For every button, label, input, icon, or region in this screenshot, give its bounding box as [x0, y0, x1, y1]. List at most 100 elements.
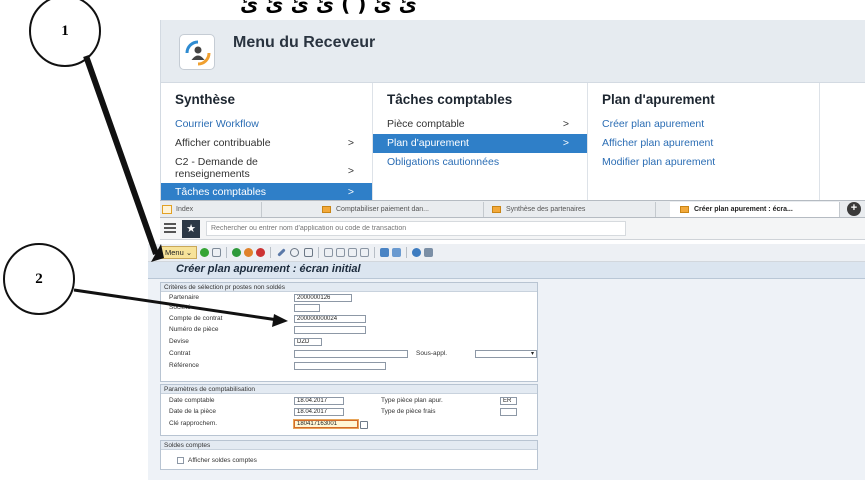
tab-synthese-partenaires[interactable]: Synthèse des partenaires — [484, 202, 656, 217]
menu-item-obligations-cautionnees[interactable]: Obligations cautionnées — [373, 153, 587, 172]
last-page-icon[interactable] — [360, 248, 369, 257]
launchpad-title: Menu du Receveur — [233, 34, 376, 51]
selection-criteria-group: Critères de sélection pr postes non sold… — [160, 282, 538, 382]
field-label: Contrat — [169, 350, 191, 357]
contrat-input[interactable] — [294, 350, 408, 358]
chevron-right-icon: > — [562, 137, 569, 149]
screen-title: Créer plan apurement : écran initial — [176, 263, 361, 275]
type-piece-input[interactable]: ER — [500, 397, 517, 405]
menu-item-modifier-plan[interactable]: Modifier plan apurement — [588, 153, 819, 172]
tab-index[interactable]: Index — [162, 202, 262, 217]
exit-icon[interactable] — [244, 248, 253, 257]
edit-icon[interactable] — [277, 248, 286, 257]
cle-rapprochement-input[interactable]: 180417163001 — [294, 420, 358, 428]
check-icon[interactable] — [200, 248, 209, 257]
search-input[interactable] — [206, 221, 626, 236]
chevron-right-icon: > — [347, 165, 354, 177]
account-balances-group: Soldes comptes Afficher soldes comptes — [160, 440, 538, 470]
find-icon[interactable] — [290, 248, 299, 257]
menu-item-afficher-contribuable[interactable]: Afficher contribuable > — [161, 134, 372, 153]
column-heading: Synthèse — [175, 92, 236, 107]
column-synthese: Synthèse Courrier Workflow Afficher cont… — [161, 83, 373, 202]
save-icon[interactable] — [212, 248, 221, 257]
cancel-icon[interactable] — [256, 248, 265, 257]
tab-comptabiliser[interactable]: Comptabiliser paiement dan... — [314, 202, 484, 217]
back-icon[interactable] — [232, 248, 241, 257]
chevron-right-icon: > — [562, 118, 569, 130]
field-label: Type pièce plan apur. — [381, 397, 443, 404]
print-icon[interactable] — [304, 248, 313, 257]
devise-input[interactable]: DZD — [294, 338, 322, 346]
layout-icon[interactable] — [380, 248, 389, 257]
menu-item-courrier-workflow[interactable]: Courrier Workflow — [161, 115, 372, 134]
column-heading: Tâches comptables — [387, 92, 513, 107]
column-plan-apurement: Plan d'apurement Créer plan apurement Af… — [588, 83, 820, 201]
afficher-soldes-checkbox[interactable] — [177, 457, 184, 464]
menu-button[interactable]: Menu ⌄ — [160, 246, 198, 259]
compte-contrat-input[interactable]: 200000000024 — [294, 315, 366, 323]
callout-2: 2 — [3, 243, 75, 315]
field-label: Devise — [169, 338, 189, 345]
field-label: Société — [169, 304, 191, 311]
first-page-icon[interactable] — [324, 248, 333, 257]
menu-item-creer-plan[interactable]: Créer plan apurement — [588, 115, 819, 134]
type-frais-input[interactable] — [500, 408, 517, 416]
launchpad-header: Menu du Receveur — [161, 20, 865, 82]
column-heading: Plan d'apurement — [602, 92, 715, 107]
toolbar-separator — [270, 247, 271, 258]
window-icon[interactable] — [392, 248, 401, 257]
partenaire-input[interactable]: 2000000126 — [294, 294, 352, 302]
group-title: Critères de sélection pr postes non sold… — [161, 283, 537, 292]
menu-item-plan-apurement[interactable]: Plan d'apurement > — [373, 134, 587, 153]
societe-input[interactable] — [294, 304, 320, 312]
reference-input[interactable] — [294, 362, 386, 370]
callout-1: 1 — [29, 0, 101, 67]
field-label: Clé rapprochem. — [169, 420, 218, 427]
launchpad-menu: Menu du Receveur Synthèse Courrier Workf… — [160, 20, 865, 202]
tab-creer-plan[interactable]: Créer plan apurement : écra... — [670, 202, 840, 217]
field-label: Référence — [169, 362, 199, 369]
next-page-icon[interactable] — [348, 248, 357, 257]
group-title: Soldes comptes — [161, 441, 537, 450]
field-label: Partenaire — [169, 294, 199, 301]
field-label: Date de la pièce — [169, 408, 216, 415]
transaction-icon — [492, 206, 501, 213]
help-icon[interactable] — [412, 248, 421, 257]
checkbox-label: Afficher soldes comptes — [188, 457, 257, 464]
toolbar-separator — [406, 247, 407, 258]
date-comptable-input[interactable]: 18.04.2017 — [294, 397, 344, 405]
field-label: Sous-appl. — [416, 350, 448, 357]
settings-icon[interactable] — [424, 248, 433, 257]
toolbar-separator — [318, 247, 319, 258]
chevron-right-icon: > — [347, 137, 354, 149]
column-taches-comptables: Tâches comptables Pièce comptable > Plan … — [373, 83, 588, 201]
menu-item-afficher-plan[interactable]: Afficher plan apurement — [588, 134, 819, 153]
posting-parameters-group: Paramètres de comptabilisation Date comp… — [160, 384, 538, 436]
arrow-1-line — [83, 55, 159, 255]
chevron-down-icon: ▾ — [530, 351, 534, 357]
toolbar-separator — [374, 247, 375, 258]
previous-page-icon[interactable] — [336, 248, 345, 257]
value-help-icon[interactable] — [360, 421, 368, 429]
sous-appl-select[interactable]: ▾ — [475, 350, 537, 358]
tab-bar: Index Comptabiliser paiement dan... Synt… — [160, 200, 865, 218]
menu-icon[interactable] — [164, 223, 176, 233]
receiver-icon[interactable] — [179, 34, 215, 70]
field-label: Compte de contrat — [169, 315, 223, 322]
toolbar-separator — [226, 247, 227, 258]
menu-item-demande-renseignements[interactable]: C2 - Demande de renseignements > — [161, 153, 372, 183]
date-piece-input[interactable]: 18.04.2017 — [294, 408, 344, 416]
add-tab-button[interactable]: + — [847, 202, 861, 216]
menu-item-piece-comptable[interactable]: Pièce comptable > — [373, 115, 587, 134]
group-title: Paramètres de comptabilisation — [161, 385, 537, 394]
overlay-caption: ئ ئ ( ) ئ ئ ئ ئ — [240, 0, 418, 14]
field-label: Date comptable — [169, 397, 215, 404]
screen-title-bar: Créer plan apurement : écran initial — [148, 262, 865, 279]
launchpad-columns: Synthèse Courrier Workflow Afficher cont… — [161, 82, 865, 202]
field-label: Type de pièce frais — [381, 408, 436, 415]
numero-piece-input[interactable] — [294, 326, 366, 334]
application-toolbar: Menu ⌄ — [148, 244, 865, 262]
field-label: Numéro de pièce — [169, 326, 219, 333]
transaction-icon — [680, 206, 689, 213]
favorites-star-icon[interactable]: ★ — [182, 220, 200, 238]
